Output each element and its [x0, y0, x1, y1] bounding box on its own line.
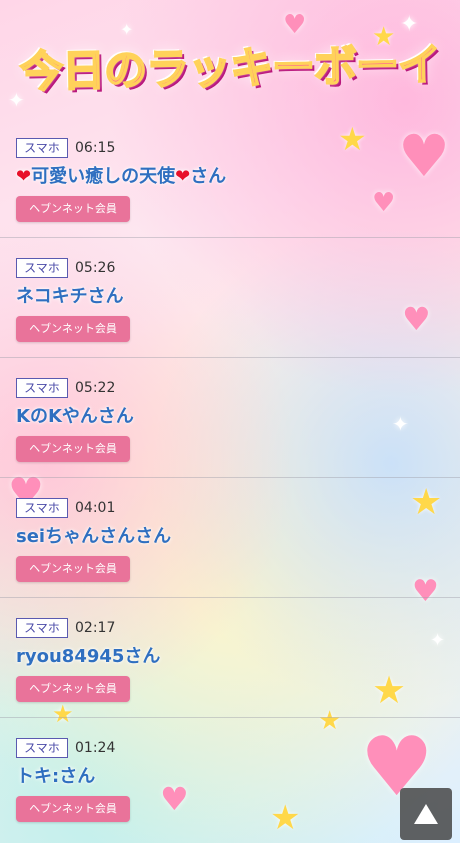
user-name[interactable]: トキ:さん: [16, 764, 95, 790]
user-name[interactable]: ryou84945さん: [16, 644, 160, 670]
member-button[interactable]: ヘブンネット会員: [16, 196, 130, 222]
device-badge: スマホ: [16, 738, 68, 758]
user-name[interactable]: ❤可愛い癒しの天使❤さん: [16, 164, 226, 190]
visit-time: 06:15: [75, 140, 116, 156]
visit-time: 01:24: [75, 740, 116, 756]
lucky-boy-list: スマホ 06:15 ❤可愛い癒しの天使❤さん ヘブンネット会員 スマホ 05:2…: [0, 118, 460, 838]
device-badge: スマホ: [16, 498, 68, 518]
member-button[interactable]: ヘブンネット会員: [16, 556, 130, 582]
list-item: スマホ 02:17 ryou84945さん ヘブンネット会員: [0, 598, 460, 718]
member-button[interactable]: ヘブンネット会員: [16, 316, 130, 342]
member-button[interactable]: ヘブンネット会員: [16, 796, 130, 822]
member-button[interactable]: ヘブンネット会員: [16, 436, 130, 462]
heart-emoji-icon: ❤: [16, 166, 32, 187]
device-badge: スマホ: [16, 258, 68, 278]
user-name[interactable]: seiちゃんさんさん: [16, 524, 171, 550]
user-name[interactable]: KのKやんさん: [16, 404, 134, 430]
member-button[interactable]: ヘブンネット会員: [16, 676, 130, 702]
list-item: スマホ 06:15 ❤可愛い癒しの天使❤さん ヘブンネット会員: [0, 118, 460, 238]
user-name-text: 可愛い癒しの天使: [31, 166, 176, 187]
list-item: スマホ 01:24 トキ:さん ヘブンネット会員: [0, 718, 460, 838]
list-item: スマホ 05:22 KのKやんさん ヘブンネット会員: [0, 358, 460, 478]
visit-time: 04:01: [75, 500, 116, 516]
user-name-suffix: さん: [190, 166, 227, 187]
list-item: スマホ 04:01 seiちゃんさんさん ヘブンネット会員: [0, 478, 460, 598]
visit-time: 05:22: [75, 380, 116, 396]
user-name[interactable]: ネコキチさん: [16, 284, 124, 310]
triangle-up-icon: [414, 804, 438, 824]
visit-time: 05:26: [75, 260, 116, 276]
page-header: 今日のラッキーボーイ: [0, 0, 460, 118]
scroll-to-top-button[interactable]: [400, 788, 452, 840]
device-badge: スマホ: [16, 378, 68, 398]
page-title: 今日のラッキーボーイ: [19, 39, 442, 98]
list-item: スマホ 05:26 ネコキチさん ヘブンネット会員: [0, 238, 460, 358]
device-badge: スマホ: [16, 138, 68, 158]
heart-emoji-icon: ❤: [175, 166, 191, 187]
visit-time: 02:17: [75, 620, 116, 636]
device-badge: スマホ: [16, 618, 68, 638]
